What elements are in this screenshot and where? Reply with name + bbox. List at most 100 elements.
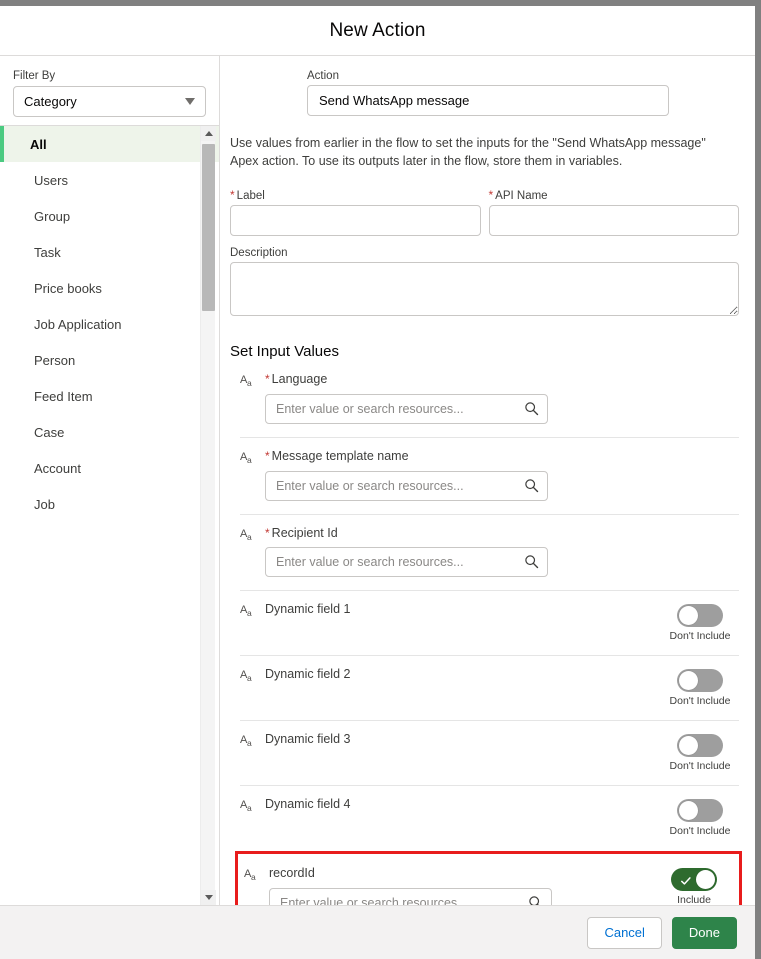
text-type-icon: Aa	[240, 669, 252, 684]
input-values-list: Aa*LanguageAa*Message template nameAa*Re…	[235, 366, 742, 905]
input-row-header: Aa Dynamic field 3	[240, 732, 661, 748]
description-textarea[interactable]	[230, 262, 739, 317]
input-row-main: Aa * Language	[240, 372, 739, 424]
api-name-input[interactable]	[488, 205, 739, 237]
label-field-label: * Label	[230, 188, 481, 202]
toggle-knob	[696, 870, 715, 890]
input-row-header: Aa Dynamic field 1	[240, 602, 661, 618]
text-type-icon: Aa	[240, 374, 252, 389]
text-type-icon: Aa	[244, 868, 256, 883]
required-asterisk: *	[265, 372, 270, 387]
input-row: Aa * Recipient Id	[240, 513, 739, 591]
toggle-knob	[679, 671, 698, 691]
include-toggle[interactable]	[677, 604, 723, 628]
cancel-button[interactable]: Cancel	[587, 916, 662, 949]
toggle-knob	[679, 606, 698, 626]
resource-input[interactable]	[265, 547, 548, 578]
input-row-header: Aa Dynamic field 4	[240, 797, 661, 813]
toggle-knob	[679, 736, 698, 756]
sidebar-item-label: Feed Item	[34, 388, 93, 404]
description-field-label: Description	[230, 247, 288, 260]
sidebar-item-job[interactable]: Job	[0, 486, 219, 522]
required-asterisk: *	[230, 188, 235, 203]
modal-footer: Cancel Done	[0, 905, 755, 959]
sidebar-item-feed-item[interactable]: Feed Item	[0, 378, 219, 414]
text-type-icon: Aa	[240, 450, 252, 466]
modal-body: Filter By Category All Users Group Task Pric…	[0, 56, 755, 905]
scrollbar-thumb[interactable]	[202, 144, 215, 311]
category-list-wrapper: All Users Group Task Price books Job Applicat…	[0, 125, 219, 905]
sidebar-item-label: Person	[34, 352, 76, 368]
category-list: All Users Group Task Price books Job Applicat…	[0, 126, 219, 522]
include-toggle-cell: Don't Include	[661, 797, 739, 837]
api-name-field-label: * API Name	[489, 188, 740, 202]
include-toggle[interactable]	[677, 799, 723, 823]
label-input[interactable]	[230, 205, 481, 237]
done-button[interactable]: Done	[671, 916, 737, 949]
action-field-group: Action	[230, 70, 739, 116]
input-row-label: * Recipient Id	[265, 526, 338, 540]
action-field-label: Action	[307, 70, 339, 82]
input-row-label: * Language	[265, 372, 327, 386]
sidebar-item-label: Case	[34, 424, 65, 440]
resource-combobox	[265, 470, 548, 501]
sidebar-item-group[interactable]: Group	[0, 198, 219, 234]
action-field[interactable]	[307, 85, 669, 116]
sidebar-scrollbar[interactable]	[200, 126, 216, 905]
toggle-state-label: Don't Include	[669, 695, 731, 708]
scroll-down-arrow-icon[interactable]	[201, 890, 216, 905]
sidebar-item-users[interactable]: Users	[0, 162, 219, 198]
set-input-values-heading: Set Input Values	[230, 343, 339, 361]
include-toggle[interactable]	[677, 669, 723, 693]
sidebar-item-price-books[interactable]: Price books	[0, 270, 219, 306]
input-row: Aa Dynamic field 3 Don't Include	[240, 720, 739, 785]
check-icon	[680, 874, 692, 892]
sidebar-item-case[interactable]: Case	[0, 414, 219, 450]
sidebar-item-person[interactable]: Person	[0, 342, 219, 378]
resource-input[interactable]	[265, 470, 548, 501]
sidebar-item-account[interactable]: Account	[0, 450, 219, 486]
input-row-label-text: Dynamic field 2	[265, 667, 351, 682]
filter-block: Filter By Category	[0, 56, 219, 125]
input-row-header: Aa * Recipient Id	[240, 526, 739, 542]
input-row-main: Aa Dynamic field 2	[240, 667, 661, 683]
include-toggle-cell: Don't Include	[661, 732, 739, 772]
input-row-label-text: Dynamic field 3	[265, 732, 351, 747]
input-row-label-text: Recipient Id	[271, 525, 338, 540]
resource-input[interactable]	[269, 888, 552, 905]
input-row-main: Aa * Message template name	[240, 449, 739, 501]
filter-by-select[interactable]: Category	[13, 86, 206, 117]
input-row-highlighted: Aa recordId Include	[235, 851, 742, 905]
input-row: Aa * Language	[240, 366, 739, 437]
sidebar-item-label: Job	[34, 496, 55, 512]
resource-input[interactable]	[265, 393, 548, 424]
input-row-label: Dynamic field 2	[265, 667, 350, 681]
sidebar-item-label: Price books	[34, 280, 102, 296]
include-toggle-cell: Don't Include	[661, 602, 739, 642]
include-toggle[interactable]	[677, 734, 723, 758]
input-row-main: Aa Dynamic field 3	[240, 732, 661, 748]
text-type-icon: Aa	[240, 734, 252, 749]
required-asterisk: *	[488, 188, 494, 203]
input-row-main: Aa Dynamic field 1	[240, 602, 661, 618]
resource-combobox	[269, 888, 552, 905]
input-row-label: Dynamic field 4	[265, 797, 350, 811]
scroll-up-arrow-icon[interactable]	[201, 126, 216, 141]
api-name-field-group: * API Name	[488, 188, 740, 237]
toggle-state-label: Include	[677, 894, 711, 905]
sidebar-item-all[interactable]: All	[0, 126, 219, 162]
new-action-modal: New Action Filter By Category All Users Gr…	[0, 6, 755, 959]
page-title: New Action	[329, 19, 426, 41]
text-type-icon: Aa	[240, 604, 252, 619]
input-row-label: Dynamic field 1	[265, 602, 350, 616]
include-toggle[interactable]	[671, 868, 717, 892]
chevron-down-icon	[185, 98, 195, 105]
sidebar-item-job-application[interactable]: Job Application	[0, 306, 219, 342]
input-row: Aa Dynamic field 1 Don't Include	[240, 590, 739, 655]
input-row-header: Aa Dynamic field 2	[240, 667, 661, 683]
required-asterisk: *	[265, 525, 270, 540]
toggle-state-label: Don't Include	[669, 825, 731, 838]
input-row-main: Aa Dynamic field 4	[240, 797, 661, 813]
description-field-group: Description	[230, 247, 739, 321]
sidebar-item-task[interactable]: Task	[0, 234, 219, 270]
